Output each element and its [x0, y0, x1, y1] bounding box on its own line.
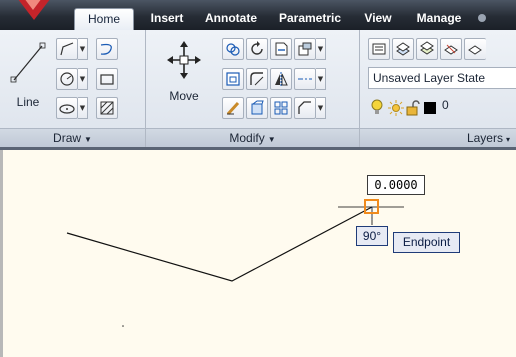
layers-panel-title[interactable]: Layers ▾	[360, 128, 516, 148]
viewport-left-border	[0, 150, 3, 357]
endpoint-snap-marker	[364, 199, 379, 214]
tab-home[interactable]: Home	[74, 8, 134, 30]
mirror-button[interactable]	[270, 68, 292, 90]
layer-freeze-icon	[468, 45, 482, 55]
offset-button[interactable]	[246, 97, 268, 119]
layer-state-select[interactable]: Unsaved Layer State	[368, 67, 516, 89]
circle-button[interactable]	[56, 68, 78, 90]
spline-button[interactable]	[96, 38, 118, 60]
chevron-down-icon: ▼	[267, 135, 276, 144]
more-tabs-icon[interactable]	[478, 14, 486, 22]
array-button[interactable]	[270, 97, 292, 119]
layer-previous-icon	[420, 41, 434, 55]
modify-panel-title[interactable]: Modify ▼	[146, 128, 359, 148]
line-label: Line	[16, 95, 40, 109]
line-button[interactable]: Line	[8, 36, 48, 116]
layers-panel: Unsaved Layer State 0 Layers ▾	[360, 30, 516, 148]
tab-insert[interactable]: Insert	[140, 8, 194, 30]
polyline-button[interactable]	[56, 38, 78, 60]
canvas-point	[122, 325, 124, 327]
tab-manage[interactable]: Manage	[408, 8, 470, 30]
hatch-icon	[100, 101, 114, 115]
offset-icon	[251, 100, 264, 115]
explode-icon	[298, 78, 312, 80]
modify-title-label: Modify	[229, 131, 265, 145]
array-icon	[274, 101, 288, 115]
modify-panel: Move ▼ ▼ ▼ Modify ▼	[146, 30, 360, 148]
stretch-dropdown[interactable]: ▼	[316, 38, 326, 60]
erase-button[interactable]	[222, 97, 244, 119]
application-menu-button[interactable]	[10, 0, 58, 22]
layer-freeze-button[interactable]	[464, 38, 486, 60]
polyline-dropdown[interactable]: ▼	[78, 38, 88, 60]
polar-angle-tooltip: 90°	[356, 226, 388, 246]
chevron-down-icon: ▼	[84, 135, 92, 144]
current-layer-name: 0	[442, 98, 449, 112]
rectangle-button[interactable]	[96, 68, 118, 90]
circle-dropdown[interactable]: ▼	[78, 68, 88, 90]
layer-isolate-icon	[444, 44, 458, 55]
spline-icon	[100, 43, 112, 55]
move-icon	[167, 41, 201, 79]
layer-properties-icon	[372, 43, 386, 55]
rotate-icon	[251, 41, 263, 55]
unlock-icon[interactable]	[406, 100, 420, 116]
mirror-icon	[275, 72, 288, 86]
app-logo-highlight	[24, 0, 42, 10]
layer-color-swatch	[424, 102, 436, 114]
fillet-icon	[250, 72, 264, 86]
canvas-geometry	[66, 199, 404, 327]
polyline-icon	[60, 42, 74, 56]
tab-parametric[interactable]: Parametric	[270, 8, 350, 30]
layer-match-button[interactable]	[392, 38, 414, 60]
mirror-copy-button[interactable]	[222, 68, 244, 90]
ribbon-tab-bar: Home Insert Annotate Parametric View Man…	[0, 0, 516, 30]
move-button[interactable]: Move	[164, 40, 204, 120]
object-snap-tooltip: Endpoint	[393, 232, 460, 253]
draw-panel-title[interactable]: Draw ▼	[0, 128, 145, 148]
rectangle-icon	[100, 74, 114, 85]
layer-isolate-button[interactable]	[440, 38, 462, 60]
drawing-canvas[interactable]	[0, 150, 516, 357]
trim-icon	[275, 42, 288, 56]
polyline-entity	[66, 206, 373, 282]
ellipse-button[interactable]	[56, 97, 78, 119]
chevron-down-icon: ▾	[505, 135, 510, 144]
chamfer-icon	[298, 101, 311, 114]
lightbulb-icon[interactable]	[370, 99, 384, 117]
current-layer-control[interactable]: 0	[368, 97, 516, 119]
pencil-icon	[226, 101, 240, 116]
copy-button[interactable]	[222, 38, 244, 60]
ellipse-dropdown[interactable]: ▼	[78, 97, 88, 119]
chamfer-dropdown[interactable]: ▼	[316, 97, 326, 119]
dynamic-input-field[interactable]: 0.0000	[367, 175, 425, 195]
tab-annotate[interactable]: Annotate	[198, 8, 264, 30]
layers-title-label: Layers	[466, 131, 503, 145]
draw-title-label: Draw	[53, 131, 82, 145]
layer-properties-button[interactable]	[368, 38, 390, 60]
copy-icon	[226, 43, 240, 56]
stretch-button[interactable]	[294, 38, 316, 60]
line-icon	[10, 42, 46, 83]
chamfer-button[interactable]	[294, 97, 316, 119]
fillet-button[interactable]	[246, 68, 268, 90]
ellipse-icon	[59, 104, 75, 114]
ribbon: Line ▼ ▼ ▼ Draw ▼ Move ▼ ▼ ▼ Modify ▼ Un…	[0, 30, 516, 148]
explode-dropdown[interactable]: ▼	[316, 68, 326, 90]
tab-view[interactable]: View	[356, 8, 400, 30]
sun-icon[interactable]	[388, 100, 404, 116]
stretch-icon	[298, 42, 312, 56]
move-label: Move	[169, 89, 199, 103]
rotate-button[interactable]	[246, 38, 268, 60]
draw-panel: Line ▼ ▼ ▼ Draw ▼	[0, 30, 146, 148]
circle-icon	[60, 72, 74, 86]
layer-match-icon	[396, 42, 410, 56]
block-icon	[226, 72, 240, 86]
layer-previous-button[interactable]	[416, 38, 438, 60]
explode-button[interactable]	[294, 68, 316, 90]
hatch-button[interactable]	[96, 97, 118, 119]
trim-button[interactable]	[270, 38, 292, 60]
